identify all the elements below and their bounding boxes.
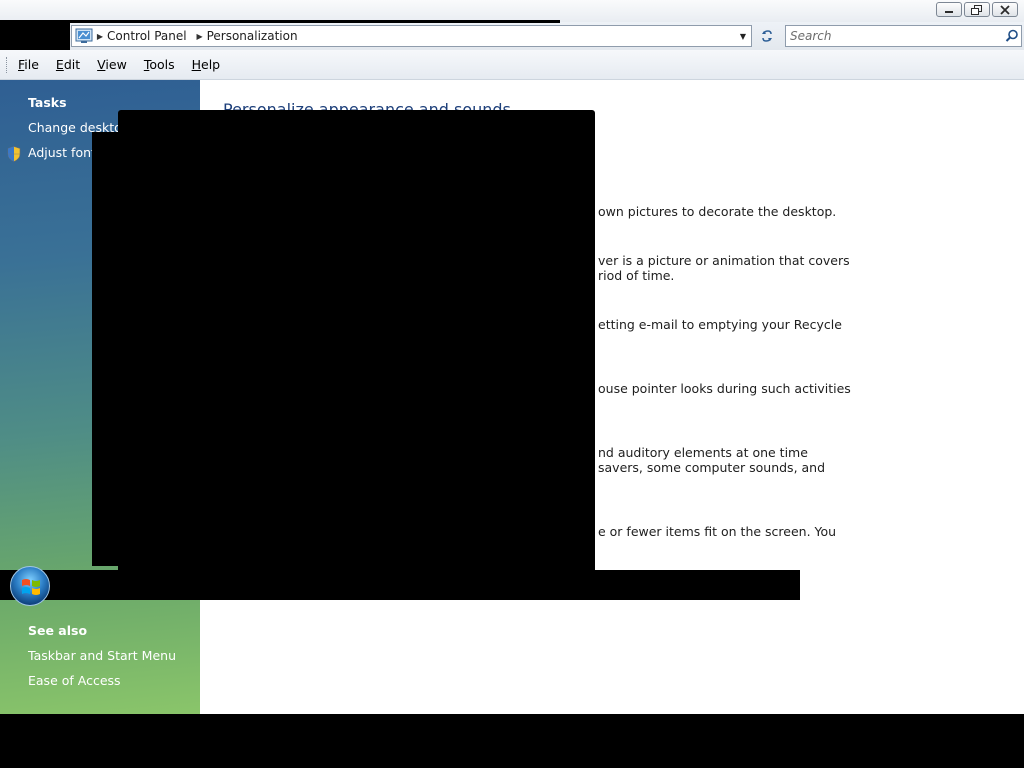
desc-fragment: nd auditory elements at one time [598, 445, 808, 460]
desc-fragment: own pictures to decorate the desktop. [598, 204, 837, 219]
close-button[interactable] [992, 2, 1018, 17]
breadcrumb-arrow-icon: ▶ [96, 31, 104, 41]
windows-start-orb-icon [22, 579, 40, 595]
minimize-icon [945, 10, 953, 13]
minimize-button[interactable] [936, 2, 962, 17]
menu-bar: File Edit View Tools Help [0, 50, 1024, 80]
menu-file[interactable]: File [18, 57, 39, 72]
redaction-block [0, 20, 70, 50]
restore-button[interactable] [964, 2, 990, 17]
dropdown-arrow-icon[interactable]: ▼ [737, 29, 749, 43]
desc-fragment: e or fewer items fit on the screen. You [598, 524, 837, 539]
start-button[interactable] [10, 566, 50, 606]
redaction-block [0, 570, 800, 600]
menu-view[interactable]: View [97, 57, 127, 72]
redaction-block [92, 132, 122, 566]
restore-icon [971, 4, 982, 15]
desc-fragment: ouse pointer looks during such activitie… [598, 381, 851, 396]
menu-tools[interactable]: Tools [144, 57, 175, 72]
refresh-icon [762, 30, 772, 42]
search-icon[interactable] [1003, 27, 1021, 45]
close-icon [1000, 4, 1010, 15]
redaction-block [118, 110, 595, 570]
menu-edit[interactable]: Edit [56, 57, 80, 72]
uac-shield-icon [7, 146, 21, 162]
menu-help[interactable]: Help [192, 57, 221, 72]
taskbar-region [0, 714, 1024, 768]
see-also-link-ease-of-access[interactable]: Ease of Access [28, 673, 121, 688]
redaction-block [70, 20, 560, 23]
tasks-heading: Tasks [28, 95, 67, 110]
desc-fragment: savers, some computer sounds, and [598, 460, 826, 475]
breadcrumb-control-panel[interactable]: Control Panel [107, 29, 187, 43]
see-also-link-taskbar[interactable]: Taskbar and Start Menu [28, 648, 176, 663]
breadcrumb-personalization[interactable]: Personalization [207, 29, 298, 43]
address-bar[interactable]: ▶ Control Panel ▶ Personalization ▼ [71, 25, 752, 47]
search-box[interactable] [785, 25, 1022, 47]
desc-fragment: ver is a picture or animation that cover… [598, 253, 850, 268]
menu-grip[interactable] [6, 57, 9, 73]
title-bar [0, 0, 1024, 22]
desc-fragment: riod of time. [598, 268, 675, 283]
caption-buttons [936, 2, 1018, 17]
navigation-bar: ▶ Control Panel ▶ Personalization ▼ [0, 22, 1024, 50]
breadcrumb-arrow-icon[interactable]: ▶ [193, 32, 207, 41]
control-panel-icon [75, 28, 93, 43]
see-also-heading: See also [28, 623, 88, 638]
search-input[interactable] [786, 27, 1003, 45]
desc-fragment: etting e-mail to emptying your Recycle [598, 317, 842, 332]
refresh-button[interactable] [755, 25, 779, 47]
